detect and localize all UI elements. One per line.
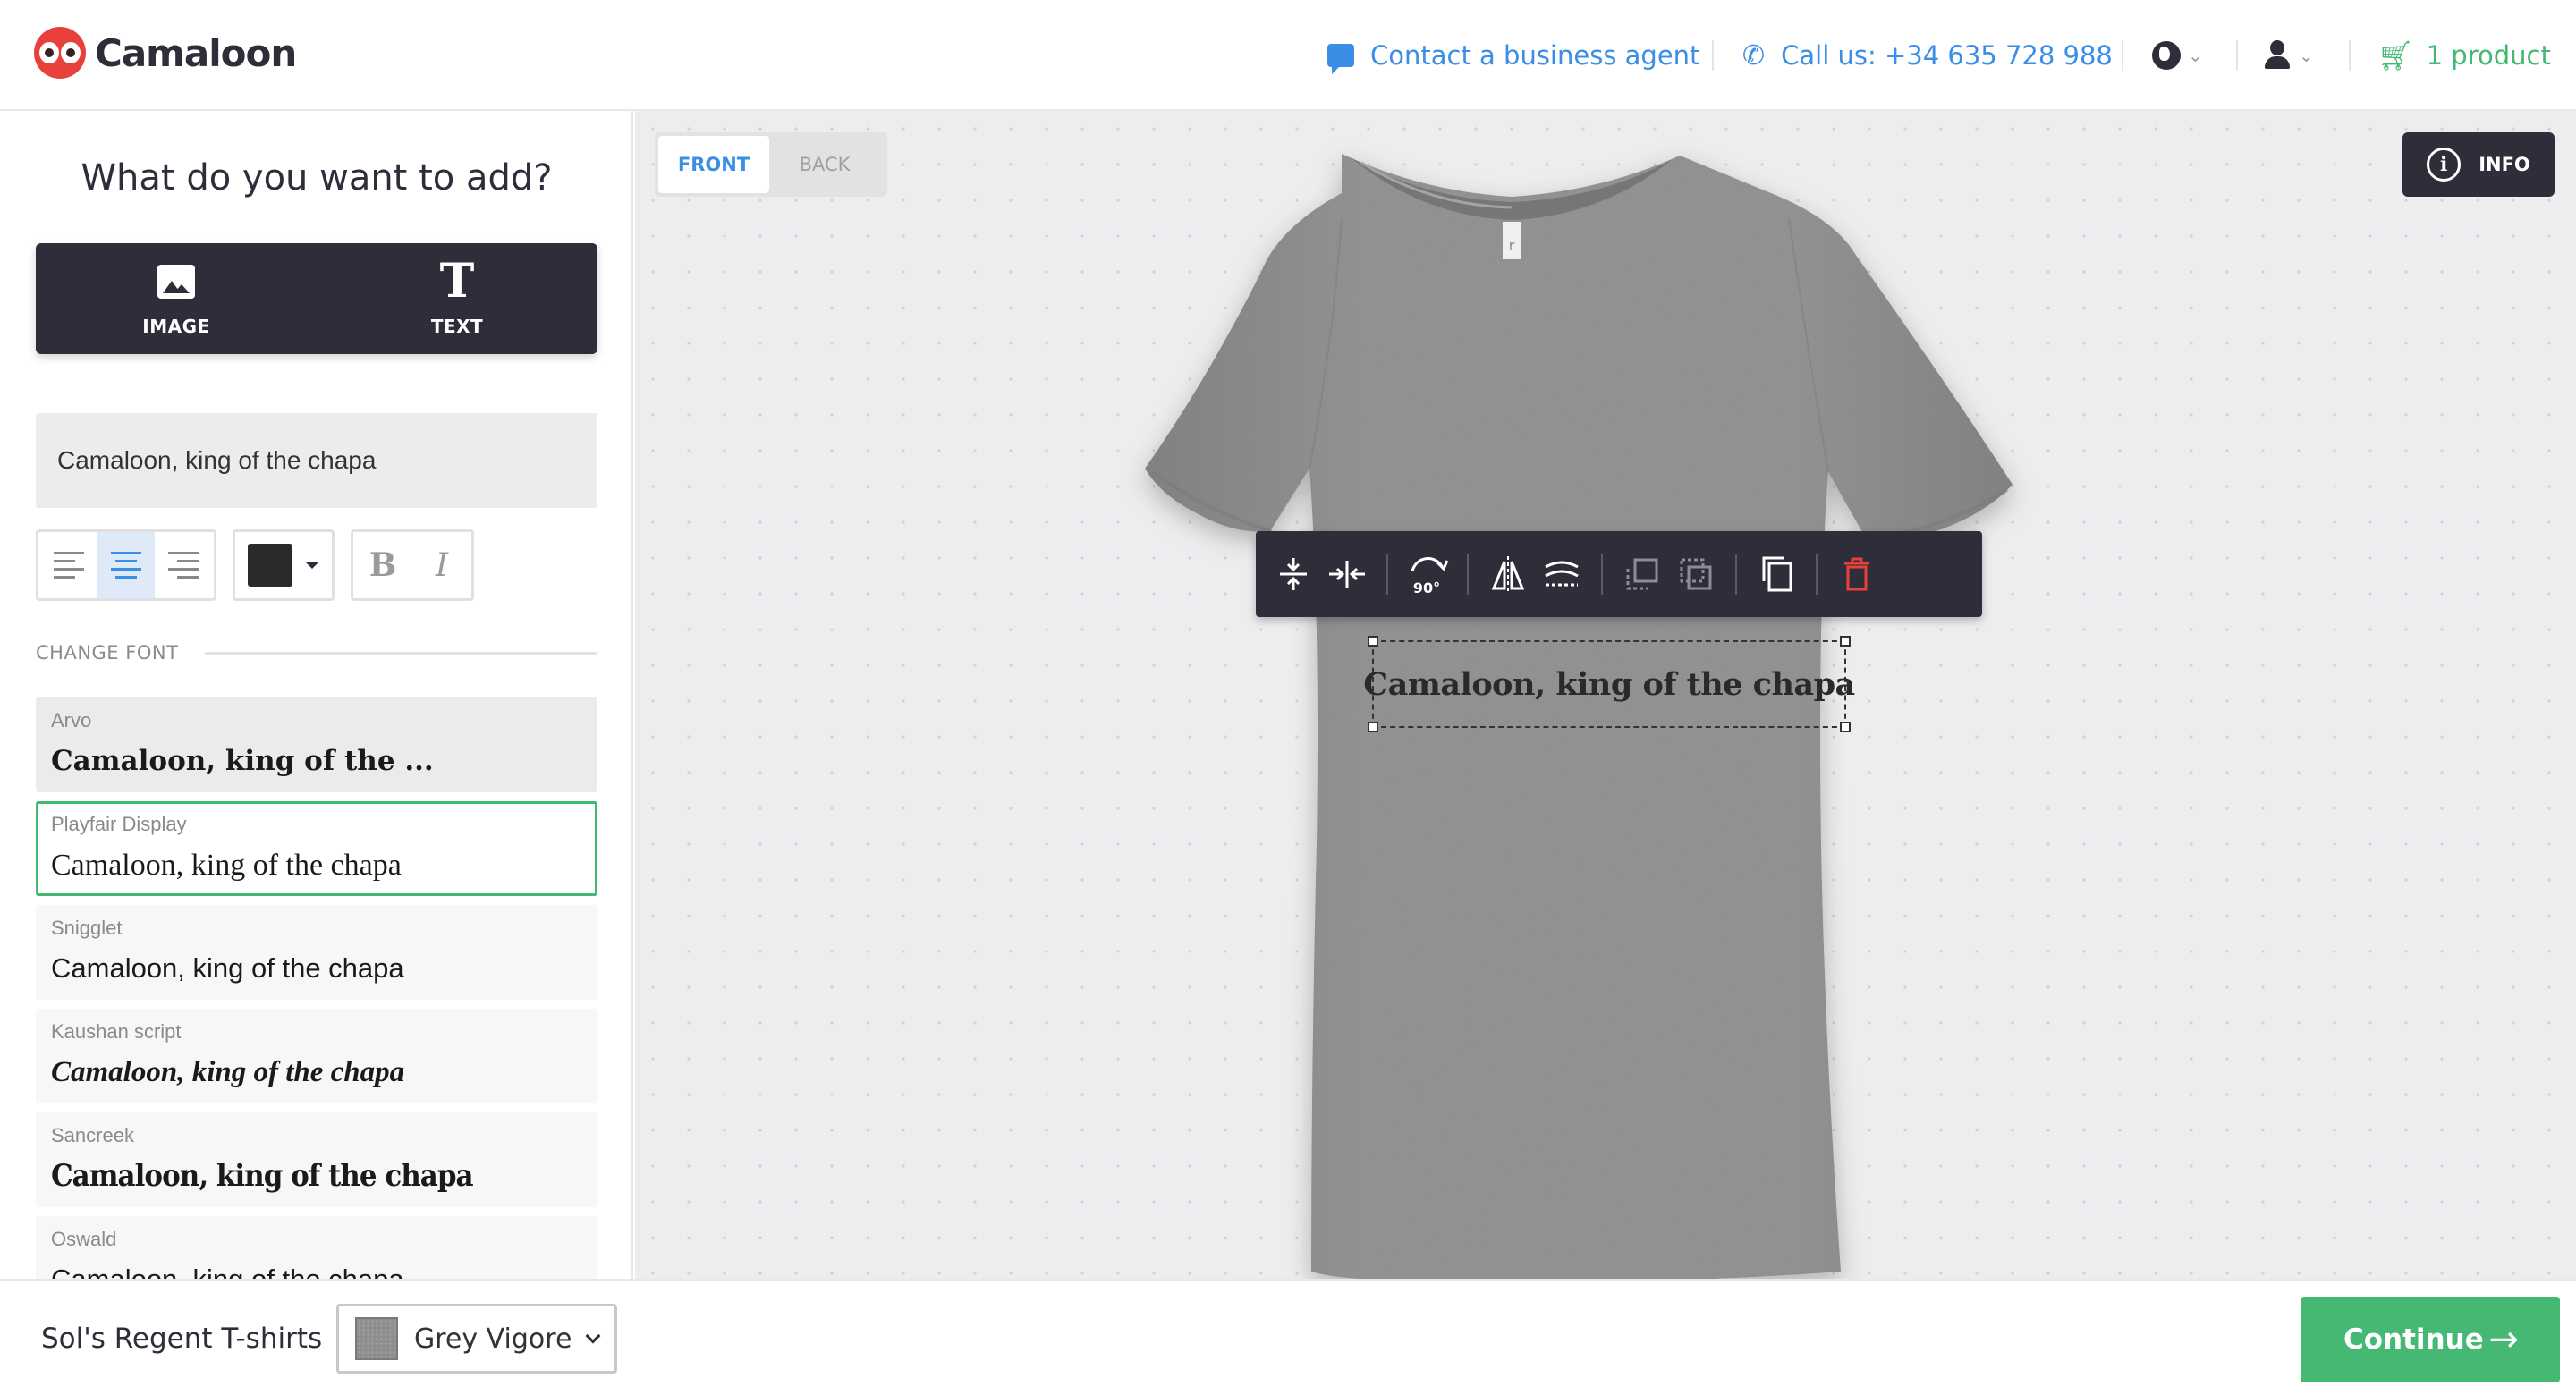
font-name: Sancreek [51,1124,134,1146]
design-canvas[interactable]: FRONT BACK i INFO r 90° Camaloon, king o… [635,111,2576,1279]
bottom-bar: Sol's Regent T-shirts Grey Vigore Contin… [0,1279,2576,1395]
add-text-button[interactable]: T TEXT [317,243,597,354]
add-text-label: TEXT [430,316,484,337]
sidebar-title: What do you want to add? [80,157,553,199]
nav-divider [2236,40,2238,71]
call-label: Call us: +34 635 728 988 [1781,40,2113,71]
contact-link[interactable]: Contact a business agent [1327,0,1699,111]
color-swatch [248,544,292,587]
font-sample: Camaloon, king of the chapa [51,1056,405,1088]
resize-handle[interactable] [1840,636,1851,647]
rotate-label: 90° [1413,579,1440,596]
bold-button[interactable]: B [353,532,412,598]
font-name: Oswald [51,1228,117,1250]
chevron-down-icon: ⌄ [2188,45,2203,66]
add-image-button[interactable]: IMAGE [36,243,317,354]
color-variant-select[interactable]: Grey Vigore [336,1304,617,1374]
italic-button[interactable]: I [412,532,471,598]
editor-sidebar: What do you want to add? IMAGE T TEXT Ca… [0,111,633,1279]
chevron-down-icon: ⌄ [2299,45,2314,66]
font-name: Kaushan script [51,1020,182,1043]
product-name: Sol's Regent T-shirts [41,1323,323,1355]
brand-name: Camaloon [95,30,297,75]
font-option-arvo[interactable]: Arvo Camaloon, king of the ... [36,698,597,792]
globe-icon [2152,41,2181,70]
send-backward-icon[interactable] [1669,531,1723,617]
variant-swatch [355,1317,398,1360]
center-vertical-icon[interactable] [1267,531,1320,617]
cart-label: 1 product [2426,40,2551,71]
resize-handle[interactable] [1840,722,1851,732]
font-name: Playfair Display [51,813,187,835]
image-icon [157,265,195,299]
contact-label: Contact a business agent [1370,40,1700,71]
language-menu[interactable]: ⌄ [2152,0,2203,111]
toolbar-divider [1816,554,1818,595]
font-sample: Camaloon, king of the chapa [51,1158,474,1194]
account-menu[interactable]: ⌄ [2263,0,2314,111]
duplicate-icon[interactable] [1750,531,1803,617]
flip-horizontal-icon[interactable] [1481,531,1535,617]
arrow-right-icon: → [2488,1319,2519,1360]
add-content-tabs: IMAGE T TEXT [36,243,597,354]
cart-icon: 🛒︎ [2377,38,2414,72]
font-sample: Camaloon, king of the chapa [51,849,402,882]
change-font-label: CHANGE FONT [36,642,179,664]
cart-link[interactable]: 🛒︎ 1 product [2377,0,2551,111]
chat-icon [1327,44,1354,74]
trash-icon[interactable] [1830,531,1884,617]
center-horizontal-icon[interactable] [1320,531,1374,617]
caret-down-icon [305,562,319,569]
text-style-group: B I [351,529,474,601]
resize-handle[interactable] [1368,722,1378,732]
toolbar-divider [1467,554,1469,595]
text-icon: T [439,254,475,309]
continue-label: Continue [2343,1323,2484,1356]
change-font-header: CHANGE FONT [36,642,597,664]
font-option-playfair-display[interactable]: Playfair Display Camaloon, king of the c… [36,801,597,896]
align-right-button[interactable] [155,532,212,598]
svg-text:r: r [1509,237,1515,254]
phone-icon: ✆ [1742,39,1766,72]
call-link[interactable]: ✆ Call us: +34 635 728 988 [1742,0,2113,111]
brand-logo[interactable]: Camaloon [34,27,297,79]
camaloon-logo-icon [34,27,86,79]
bring-forward-icon[interactable] [1615,531,1669,617]
font-sample: Camaloon, king of the ... [51,745,434,777]
add-image-label: IMAGE [142,316,210,337]
font-list: Arvo Camaloon, king of the ... Playfair … [36,698,597,1279]
text-content-input[interactable]: Camaloon, king of the chapa [36,413,597,508]
object-toolbar: 90° [1256,531,1982,617]
design-text-object[interactable]: Camaloon, king of the chapa [1363,636,1855,732]
resize-handle[interactable] [1368,636,1378,647]
toolbar-divider [1601,554,1603,595]
text-color-picker[interactable] [233,529,335,601]
design-text: Camaloon, king of the chapa [1363,665,1855,703]
continue-button[interactable]: Continue → [2301,1297,2560,1382]
rotate-90-icon[interactable]: 90° [1401,531,1454,617]
user-icon [2263,40,2292,71]
font-option-sancreek[interactable]: Sancreek Camaloon, king of the chapa [36,1112,597,1207]
font-name: Snigglet [51,917,123,939]
text-format-toolbar: B I [36,529,474,601]
font-option-oswald[interactable]: Oswald Camaloon, king of the chapa [36,1216,597,1279]
font-option-snigglet[interactable]: Snigglet Camaloon, king of the chapa [36,905,597,1000]
nav-divider [2349,40,2351,71]
font-option-kaushan-script[interactable]: Kaushan script Camaloon, king of the cha… [36,1009,597,1103]
nav-divider [1712,40,1714,71]
nav-divider [2122,40,2123,71]
font-name: Arvo [51,709,92,731]
alignment-group [36,529,216,601]
variant-label: Grey Vigore [414,1323,572,1355]
toolbar-divider [1735,554,1737,595]
divider [205,651,597,655]
align-left-button[interactable] [40,532,97,598]
chevron-down-icon [585,1328,601,1344]
font-sample: Camaloon, king of the chapa [51,952,404,984]
align-center-button[interactable] [97,532,155,598]
font-sample: Camaloon, king of the chapa [51,1264,588,1279]
curve-text-icon[interactable] [1535,531,1589,617]
top-header: Camaloon Contact a business agent ✆ Call… [0,0,2576,111]
toolbar-divider [1386,554,1388,595]
